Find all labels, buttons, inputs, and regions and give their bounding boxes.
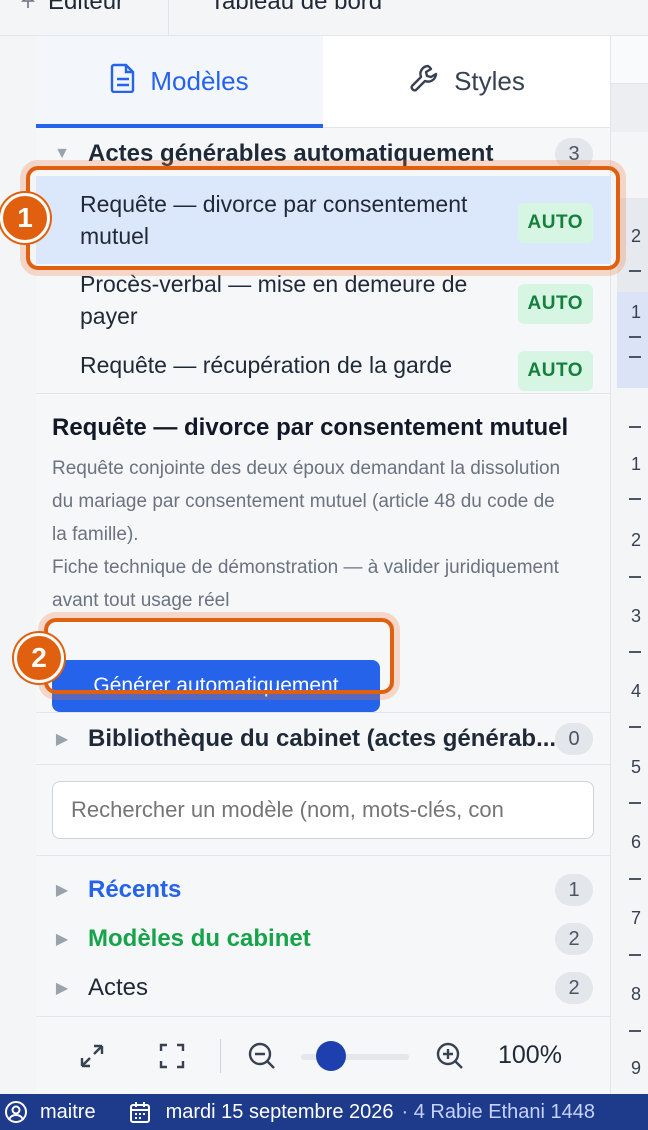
ruler-number: 4: [631, 681, 642, 701]
ruler-tick: [629, 576, 641, 578]
zoom-out-icon[interactable]: [244, 1038, 280, 1074]
toolbar-divider: [220, 1039, 221, 1073]
ruler-band: [611, 84, 648, 132]
ruler-number: 2: [631, 226, 642, 246]
group-recent[interactable]: ▶ Récents 1: [36, 872, 611, 908]
list-item-label: Procès-verbal — mise en demeure de payer: [80, 271, 468, 329]
ruler-tick: [629, 498, 641, 500]
ruler-number: 6: [631, 832, 642, 852]
group-firm-models[interactable]: ▶ Modèles du cabinet 2: [36, 921, 611, 957]
zoom-toolbar: 100%: [36, 1016, 611, 1094]
group-firm-models-label: Modèles du cabinet: [88, 925, 311, 952]
ruler-tick: [629, 651, 641, 653]
ruler-tick: [629, 726, 641, 728]
ruler-header: [611, 36, 648, 84]
ruler-tick: [629, 802, 641, 804]
ruler-tick: [629, 426, 641, 428]
fullscreen-icon[interactable]: [154, 1038, 190, 1074]
group-acts-label: Actes: [88, 974, 149, 1001]
top-tab-bar: Éditeur Tableau de bord: [0, 0, 648, 36]
tab-styles-label: Styles: [454, 66, 525, 96]
group-acts-count: 2: [555, 972, 593, 1004]
ruler-number: 1: [631, 302, 642, 322]
list-item[interactable]: Procès-verbal — mise en demeure de payer…: [36, 264, 611, 336]
zoom-slider-handle[interactable]: [316, 1041, 346, 1071]
ruler-tick: [629, 270, 641, 272]
group-acts[interactable]: ▶ Actes 2: [36, 970, 611, 1006]
ruler-tick: [629, 336, 641, 338]
status-user: maitre: [40, 1100, 96, 1123]
ruler-number: 8: [631, 984, 642, 1004]
library-section-header[interactable]: ▶ Bibliothèque du cabinet (actes générab…: [36, 719, 611, 759]
pin-icon: [18, 0, 38, 16]
ruler-tick: [629, 878, 641, 880]
tab-dashboard-label: Tableau de bord: [210, 0, 383, 15]
ruler-tick: [629, 1030, 641, 1032]
auto-badge: AUTO: [517, 284, 593, 324]
library-section-count: 0: [555, 723, 593, 755]
group-firm-models-count: 2: [555, 923, 593, 955]
zoom-in-icon[interactable]: [432, 1038, 468, 1074]
tab-editor-label: Éditeur: [48, 0, 125, 15]
tab-dashboard[interactable]: Tableau de bord: [210, 0, 382, 20]
zoom-level: 100%: [498, 1041, 562, 1069]
detail-title: Requête — divorce par consentement mutue…: [52, 414, 569, 441]
wrench-icon: [408, 62, 440, 101]
auto-badge: AUTO: [517, 351, 593, 391]
tab-divider: [168, 0, 169, 36]
auto-section-title: Actes générables automatiquement: [88, 140, 494, 167]
expand-icon[interactable]: [74, 1038, 110, 1074]
detail-description-text: Requête conjointe des deux époux demanda…: [52, 458, 561, 545]
caret-down-icon: ▼: [54, 145, 70, 162]
ruler-tick: [629, 356, 641, 358]
calendar-icon: [128, 1100, 152, 1124]
library-section-title: Bibliothèque du cabinet (actes générab..…: [88, 725, 557, 752]
status-hijri-date: · 4 Rabie Ethani 1448: [401, 1100, 595, 1123]
ruler-number: 5: [631, 757, 642, 777]
document-icon: [110, 63, 136, 100]
user-icon: [4, 1100, 28, 1124]
step-marker-2: 2: [14, 633, 64, 683]
panel-tabs: Modèles Styles: [36, 36, 610, 128]
group-recent-label: Récents: [88, 876, 182, 903]
caret-right-icon: ▶: [55, 731, 69, 748]
detail-description: Requête conjointe des deux époux demanda…: [52, 452, 572, 617]
detail-note: Fiche technique de démonstration — à val…: [52, 557, 559, 611]
search-input[interactable]: [52, 781, 594, 839]
caret-right-icon: ▶: [55, 980, 69, 997]
caret-right-icon: ▶: [55, 882, 69, 899]
tab-editor[interactable]: Éditeur: [18, 0, 124, 20]
ruler-number: 9: [631, 1058, 642, 1078]
group-recent-count: 1: [555, 874, 593, 906]
ruler-number: 3: [631, 606, 642, 626]
ruler-number: 7: [631, 908, 642, 928]
status-bar: maitre mardi 15 septembre 2026 · 4 Rabie…: [0, 1094, 648, 1130]
ruler-number: 2: [631, 530, 642, 550]
list-item[interactable]: Requête — récupération de la garde AUTO: [36, 341, 611, 391]
caret-right-icon: ▶: [55, 931, 69, 948]
step-marker-1: 1: [0, 193, 50, 243]
highlight-ring-2: [44, 618, 394, 694]
list-item-label: Requête — récupération de la garde: [80, 352, 453, 378]
status-date: mardi 15 septembre 2026: [165, 1100, 394, 1123]
tab-styles[interactable]: Styles: [323, 36, 610, 127]
tab-models[interactable]: Modèles: [36, 36, 323, 128]
tab-models-label: Modèles: [150, 66, 249, 96]
highlight-ring-1: [26, 166, 620, 270]
ruler-number: 1: [631, 454, 642, 474]
ruler-tick: [629, 954, 641, 956]
